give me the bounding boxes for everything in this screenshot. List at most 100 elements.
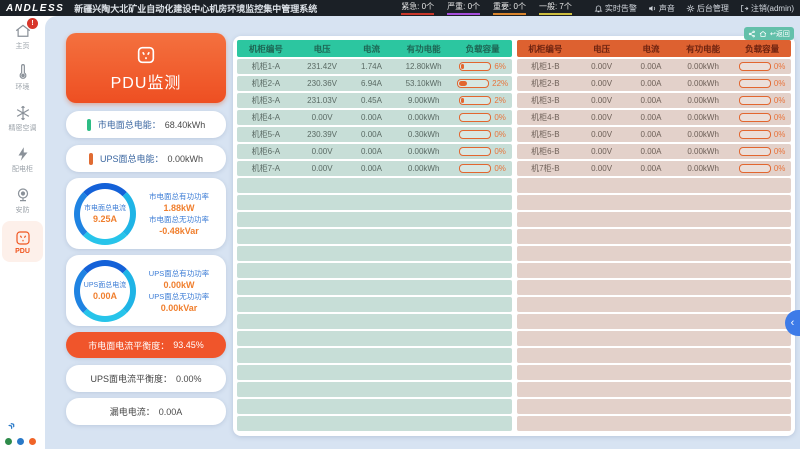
table-row[interactable]: 机柜2-A230.36V6.94A53.10kWh22%: [237, 76, 512, 91]
rack-name-cell: 机柜4-B: [517, 112, 575, 123]
table-row[interactable]: 机柜4-A0.00V0.00A0.00kWh0%: [237, 110, 512, 125]
rack-name-cell: 机柜1-A: [237, 61, 295, 72]
empty-row: [237, 399, 512, 414]
sound-button[interactable]: 声音: [648, 3, 675, 14]
load-bar-icon: [459, 147, 491, 156]
sidebar-item-home[interactable]: ! 主页: [0, 16, 45, 57]
alarm-label: 一般:: [539, 2, 557, 11]
load-cell: 0%: [733, 96, 791, 105]
action-label: 注销(admin): [751, 3, 794, 14]
load-percent: 0%: [774, 79, 786, 88]
sidebar-item-environment[interactable]: 环境: [0, 57, 45, 98]
value-cell: 53.10kWh: [393, 79, 453, 88]
sidebar-nav: ! 主页 环境 精密空调 配电柜 安防 PDU »: [0, 16, 45, 449]
table-row[interactable]: 机7柜-B0.00V0.00A0.00kWh0%: [517, 161, 792, 176]
page-title: 新疆兴陶大北矿业自动化建设中心机房环境监控集中管理系统: [74, 2, 317, 15]
sidebar-item-label: 配电柜: [12, 164, 33, 174]
empty-row: [517, 195, 792, 210]
load-bar-icon: [739, 164, 771, 173]
load-percent: 6%: [494, 62, 506, 71]
empty-row: [517, 382, 792, 397]
sidebar-item-pdu[interactable]: PDU: [2, 221, 43, 262]
load-percent: 0%: [494, 130, 506, 139]
load-percent: 0%: [494, 113, 506, 122]
load-percent: 0%: [774, 130, 786, 139]
alarm-badge: !: [27, 18, 38, 29]
value-cell: 0.00A: [629, 113, 673, 122]
value-cell: 0.00A: [629, 130, 673, 139]
power-value: -0.48kVar: [159, 226, 199, 236]
table-row[interactable]: 机柜6-B0.00V0.00A0.00kWh0%: [517, 144, 792, 159]
value-cell: 0.00A: [629, 147, 673, 156]
logout-button[interactable]: 注销(admin): [740, 3, 794, 14]
sidebar-item-precision-ac[interactable]: 精密空调: [0, 98, 45, 139]
table-row[interactable]: 机柜5-A230.39V0.00A0.30kWh0%: [237, 127, 512, 142]
rack-name-cell: 机7柜-B: [517, 163, 575, 174]
load-bar-icon: [739, 113, 771, 122]
value-cell: 0.00kWh: [393, 113, 453, 122]
value-cell: 0.00V: [574, 130, 629, 139]
value-cell: 0.30kWh: [393, 130, 453, 139]
action-label: 实时告警: [605, 3, 637, 14]
snowflake-icon: [14, 104, 32, 122]
load-cell: 0%: [733, 147, 791, 156]
value-cell: 0.00A: [350, 147, 394, 156]
table-row[interactable]: 机柜3-B0.00V0.00A0.00kWh0%: [517, 93, 792, 108]
empty-row: [237, 331, 512, 346]
empty-row: [517, 314, 792, 329]
pdu-monitoring-app: ANDLESS 新疆兴陶大北矿业自动化建设中心机房环境监控集中管理系统 紧急: …: [0, 0, 800, 449]
value-cell: 231.42V: [295, 62, 350, 71]
table-row[interactable]: 机柜6-A0.00V0.00A0.00kWh0%: [237, 144, 512, 159]
empty-row: [517, 331, 792, 346]
power-label: UPS面总有功功率: [149, 268, 209, 279]
orange-indicator-icon: [89, 153, 93, 165]
load-cell: 0%: [454, 113, 512, 122]
empty-row: [237, 246, 512, 261]
table-row[interactable]: 机柜3-A231.03V0.45A9.00kWh2%: [237, 93, 512, 108]
column-header: 有功电能: [393, 43, 453, 55]
power-value: 0.00kVar: [161, 303, 198, 313]
table-row[interactable]: 机柜7-A0.00V0.00A0.00kWh0%: [237, 161, 512, 176]
load-percent: 0%: [774, 62, 786, 71]
logout-icon: [740, 4, 749, 13]
alarm-important[interactable]: 重要: 0个: [493, 1, 526, 15]
column-header: 负载容量: [454, 43, 512, 55]
table-row[interactable]: 机柜2-B0.00V0.00A0.00kWh0%: [517, 76, 792, 91]
sidebar-item-security[interactable]: 安防: [0, 180, 45, 221]
stat-value: 0.00kWh: [167, 154, 203, 164]
gear-icon: [686, 4, 695, 13]
alarm-severe[interactable]: 严重: 0个: [447, 1, 480, 15]
load-percent: 0%: [774, 147, 786, 156]
table-row[interactable]: 机柜1-B0.00V0.00A0.00kWh0%: [517, 59, 792, 74]
table-row[interactable]: 机柜5-B0.00V0.00A0.00kWh0%: [517, 127, 792, 142]
ups-balance-card: UPS面电流平衡度： 0.00%: [66, 365, 226, 392]
expand-chevrons-icon[interactable]: »: [4, 417, 18, 432]
status-dots: [5, 438, 45, 445]
sidebar-item-label: 精密空调: [9, 123, 37, 133]
load-cell: 22%: [454, 79, 512, 88]
share-icon[interactable]: [748, 30, 756, 38]
admin-button[interactable]: 后台管理: [686, 3, 729, 14]
alarm-critical[interactable]: 紧急: 0个: [401, 1, 434, 15]
alarm-count: 0个: [422, 2, 434, 11]
empty-row: [237, 280, 512, 295]
load-percent: 0%: [774, 164, 786, 173]
back-button[interactable]: ↩返回: [770, 29, 790, 39]
empty-row: [237, 229, 512, 244]
sidebar-item-label: 主页: [16, 41, 30, 51]
blue-dot: [17, 438, 24, 445]
value-cell: 0.00kWh: [393, 147, 453, 156]
value-cell: 0.00kWh: [673, 164, 733, 173]
rack-name-cell: 机柜6-A: [237, 146, 295, 157]
pdu-monitor-button[interactable]: PDU监测: [66, 33, 226, 103]
empty-row: [237, 195, 512, 210]
table-row[interactable]: 机柜1-A231.42V1.74A12.80kWh6%: [237, 59, 512, 74]
sidebar-item-power-cabinet[interactable]: 配电柜: [0, 139, 45, 180]
home-icon[interactable]: [759, 30, 767, 38]
value-cell: 0.00V: [574, 164, 629, 173]
load-cell: 0%: [733, 113, 791, 122]
table-row[interactable]: 机柜4-B0.00V0.00A0.00kWh0%: [517, 110, 792, 125]
empty-row: [517, 416, 792, 431]
realtime-alarm-button[interactable]: 实时告警: [594, 3, 637, 14]
alarm-general[interactable]: 一般: 7个: [539, 1, 572, 15]
